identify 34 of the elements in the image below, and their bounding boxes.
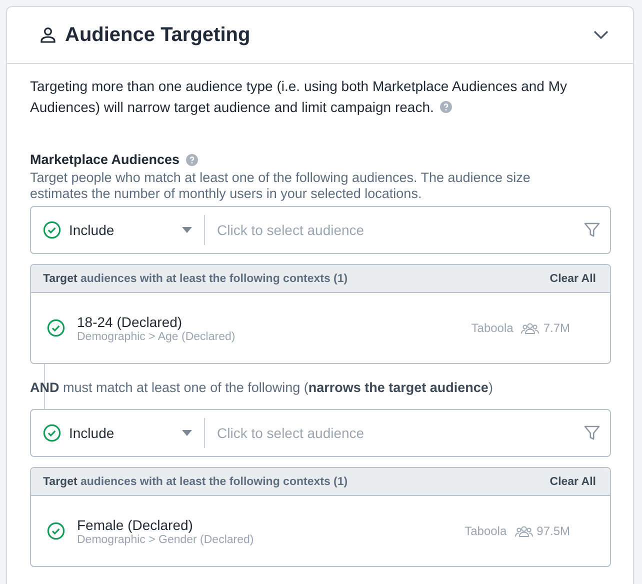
connector-text: AND must match at least one of the following (narrows the target audience) — [30, 380, 494, 395]
audience-path: Demographic > Gender (Declared) — [77, 534, 255, 546]
section-title: Audience Targeting — [65, 24, 252, 46]
marketplace-description: Target people who match at least one of the following audiences. The audience size estimates the number of monthly users in your selected locations. — [30, 170, 532, 202]
check-circle-icon — [47, 319, 65, 337]
filter-icon[interactable] — [584, 425, 600, 441]
include-dropdown[interactable]: Include — [31, 418, 205, 448]
audience-size: 7.7M — [543, 321, 570, 335]
section-header[interactable]: Audience Targeting — [7, 7, 633, 64]
provider-label: Taboola — [464, 524, 507, 538]
audience-path: Demographic > Age (Declared) — [77, 330, 236, 342]
caret-icon — [182, 227, 192, 233]
filter-icon[interactable] — [584, 222, 600, 238]
include-dropdown[interactable]: Include — [31, 215, 205, 245]
provider-label: Taboola — [471, 321, 514, 335]
help-icon[interactable] — [440, 101, 452, 113]
caret-icon — [182, 430, 192, 436]
audience-size: 97.5M — [536, 524, 570, 538]
contexts-title: Target audiences with at least the following contexts (1) — [43, 272, 349, 284]
audience-name: Female (Declared) — [77, 516, 194, 532]
clear-all-button[interactable]: Clear All — [550, 476, 596, 488]
audience-name: 18-24 (Declared) — [77, 314, 184, 330]
chevron-icon[interactable] — [593, 30, 609, 40]
contexts-title: Target audiences with at least the following contexts (1) — [43, 476, 349, 488]
marketplace-title: Marketplace Audiences — [30, 152, 180, 167]
check-circle-icon — [43, 424, 61, 442]
people-icon — [514, 525, 533, 537]
clear-all-button[interactable]: Clear All — [550, 272, 596, 284]
notice-text: Targeting more than one audience type (i.e. using both Marketplace Audiences and My Audiences) will narrow target audience and limit campaign reach. — [30, 77, 568, 117]
person-icon — [39, 26, 57, 44]
people-icon — [521, 322, 540, 334]
check-circle-icon — [43, 221, 61, 239]
help-icon[interactable] — [186, 154, 198, 166]
check-circle-icon — [47, 522, 65, 540]
